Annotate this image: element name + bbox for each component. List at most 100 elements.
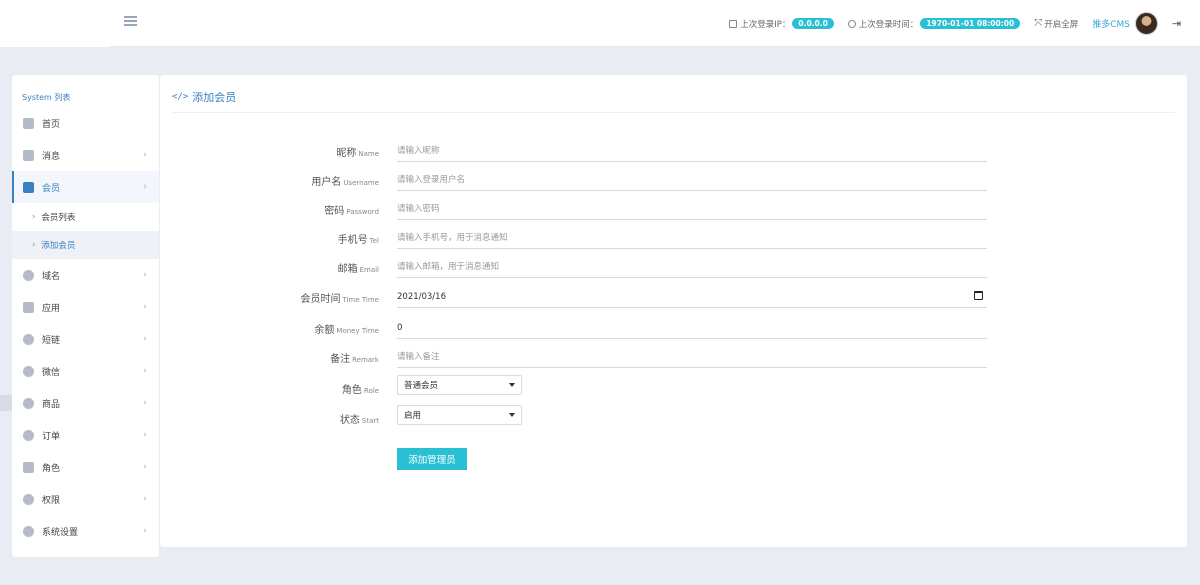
chevron-right-icon: › <box>143 270 147 280</box>
form-row-balance: 余额 Money Time <box>160 317 1187 339</box>
chevron-right-icon: › <box>143 150 147 160</box>
sidebar-subitem-add-member[interactable]: › 添加会员 <box>12 231 159 259</box>
status-label: 状态 Start <box>339 415 379 426</box>
avatar[interactable] <box>1135 12 1158 35</box>
last-login-time-badge: 1970-01-01 08:00:00 <box>920 18 1021 29</box>
product-icon <box>23 397 34 409</box>
sidebar-item-label: 权限 <box>42 495 61 506</box>
sidebar-collapse-handle[interactable] <box>0 395 12 411</box>
username-label: 用户名 Username <box>311 177 379 188</box>
chevron-right-icon: › <box>32 240 36 250</box>
user-name[interactable]: 推多CMS <box>1092 17 1130 30</box>
role-select[interactable]: 普通会员 <box>397 375 522 395</box>
caret-down-icon <box>509 413 515 417</box>
member-time-field[interactable] <box>397 286 987 308</box>
wechat-icon <box>23 365 34 377</box>
page-title: </> 添加会员 <box>172 89 236 105</box>
sidebar-item-shortlinks[interactable]: 短链 › <box>12 323 159 355</box>
sidebar-item-label: 首页 <box>42 119 61 130</box>
key-icon <box>23 493 34 505</box>
sidebar-item-apps[interactable]: 应用 › <box>12 291 159 323</box>
form-row-role: 角色 Role 普通会员 <box>160 375 1187 399</box>
chevron-right-icon: › <box>143 430 147 440</box>
fullscreen-label: 开启全屏 <box>1044 19 1079 30</box>
chevron-right-icon: › <box>143 462 147 472</box>
sidebar-item-label: 商品 <box>42 399 61 410</box>
remark-label: 备注 Remark <box>330 354 379 365</box>
email-field[interactable] <box>397 256 987 278</box>
phone-field[interactable] <box>397 227 987 249</box>
sidebar-subitem-label: 添加会员 <box>41 241 76 251</box>
form-row-phone: 手机号 Tel <box>160 227 1187 249</box>
form-row-password: 密码 Password <box>160 198 1187 220</box>
file-icon <box>23 149 34 161</box>
remark-field[interactable] <box>397 346 987 368</box>
status-select[interactable]: 启用 <box>397 405 522 425</box>
fullscreen-button[interactable]: ⤧ 开启全屏 <box>1034 18 1078 30</box>
member-time-label: 会员时间 Time Time <box>300 294 380 305</box>
email-label: 邮箱 Email <box>337 264 379 275</box>
user-icon <box>23 181 34 193</box>
last-login-ip-label: 上次登录IP： <box>740 19 791 30</box>
sidebar-item-products[interactable]: 商品 › <box>12 387 159 419</box>
balance-field[interactable] <box>397 317 987 339</box>
sidebar-item-label: 会员 <box>42 183 61 194</box>
logout-icon[interactable]: ⇥ <box>1172 17 1184 30</box>
sidebar-item-settings[interactable]: 系统设置 › <box>12 515 159 547</box>
logo <box>0 0 110 47</box>
calendar-icon[interactable] <box>974 291 983 300</box>
sidebar-subitem-member-list[interactable]: › 会员列表 <box>12 203 159 231</box>
home-icon <box>23 117 34 129</box>
sidebar: System 列表 首页 消息 › 会员 › › 会员列表 › 添加会员 域名 … <box>12 75 159 557</box>
chevron-right-icon: › <box>143 302 147 312</box>
clock-icon <box>847 19 856 28</box>
sidebar-item-orders[interactable]: 订单 › <box>12 419 159 451</box>
sidebar-item-label: 域名 <box>42 271 61 282</box>
sidebar-subitem-label: 会员列表 <box>41 213 76 223</box>
page-title-text: 添加会员 <box>192 91 237 104</box>
status-select-value: 启用 <box>404 411 422 421</box>
form-row-username: 用户名 Username <box>160 169 1187 191</box>
main-panel: </> 添加会员 昵称Name 用户名Username 密码Password 手… <box>160 75 1187 547</box>
chevron-right-icon: › <box>143 526 147 536</box>
expand-icon: ⤧ <box>1034 18 1043 29</box>
form-row-status: 状态 Start 启用 <box>160 405 1187 429</box>
role-select-value: 普通会员 <box>404 381 439 391</box>
sidebar-item-roles[interactable]: 角色 › <box>12 451 159 483</box>
code-icon: </> <box>172 92 189 102</box>
form-row-nickname: 昵称 Name <box>160 140 1187 162</box>
menu-toggle-icon[interactable] <box>124 16 137 27</box>
box-icon <box>23 429 34 441</box>
sidebar-item-wechat[interactable]: 微信 › <box>12 355 159 387</box>
last-login-ip-badge: 0.0.0.0 <box>792 18 834 29</box>
sidebar-item-members[interactable]: 会员 › <box>12 171 159 203</box>
last-login-ip: 上次登录IP： 0.0.0.0 <box>729 18 834 30</box>
chevron-right-icon: › <box>143 366 147 376</box>
link-icon <box>23 269 34 281</box>
sidebar-item-domains[interactable]: 域名 › <box>12 259 159 291</box>
username-field[interactable] <box>397 169 987 191</box>
gear-icon <box>23 525 34 537</box>
sidebar-item-label: 角色 <box>42 463 61 474</box>
form-row-remark: 备注 Remark <box>160 346 1187 368</box>
form-row-email: 邮箱 Email <box>160 256 1187 278</box>
checkbox-icon <box>729 19 738 28</box>
sidebar-item-permissions[interactable]: 权限 › <box>12 483 159 515</box>
submit-button[interactable]: 添加管理员 <box>397 448 467 470</box>
sidebar-item-messages[interactable]: 消息 › <box>12 139 159 171</box>
password-field[interactable] <box>397 198 987 220</box>
sidebar-item-label: 应用 <box>42 303 61 314</box>
nickname-field[interactable] <box>397 140 987 162</box>
caret-down-icon <box>509 383 515 387</box>
sidebar-item-home[interactable]: 首页 <box>12 107 159 139</box>
chevron-right-icon: › <box>143 494 147 504</box>
header-right: 上次登录IP： 0.0.0.0 上次登录时间： 1970-01-01 08:00… <box>729 0 1200 47</box>
form-row-member-time: 会员时间 Time Time <box>160 286 1187 308</box>
sidebar-item-label: 微信 <box>42 367 61 378</box>
chevron-right-icon: › <box>32 212 36 222</box>
user-icon <box>23 461 34 473</box>
sidebar-nav: 首页 消息 › 会员 › › 会员列表 › 添加会员 域名 › 应用 › 短链 … <box>12 107 159 547</box>
top-bar: 上次登录IP： 0.0.0.0 上次登录时间： 1970-01-01 08:00… <box>0 0 1200 47</box>
sidebar-item-label: 短链 <box>42 335 61 346</box>
phone-label: 手机号 Tel <box>337 235 379 246</box>
